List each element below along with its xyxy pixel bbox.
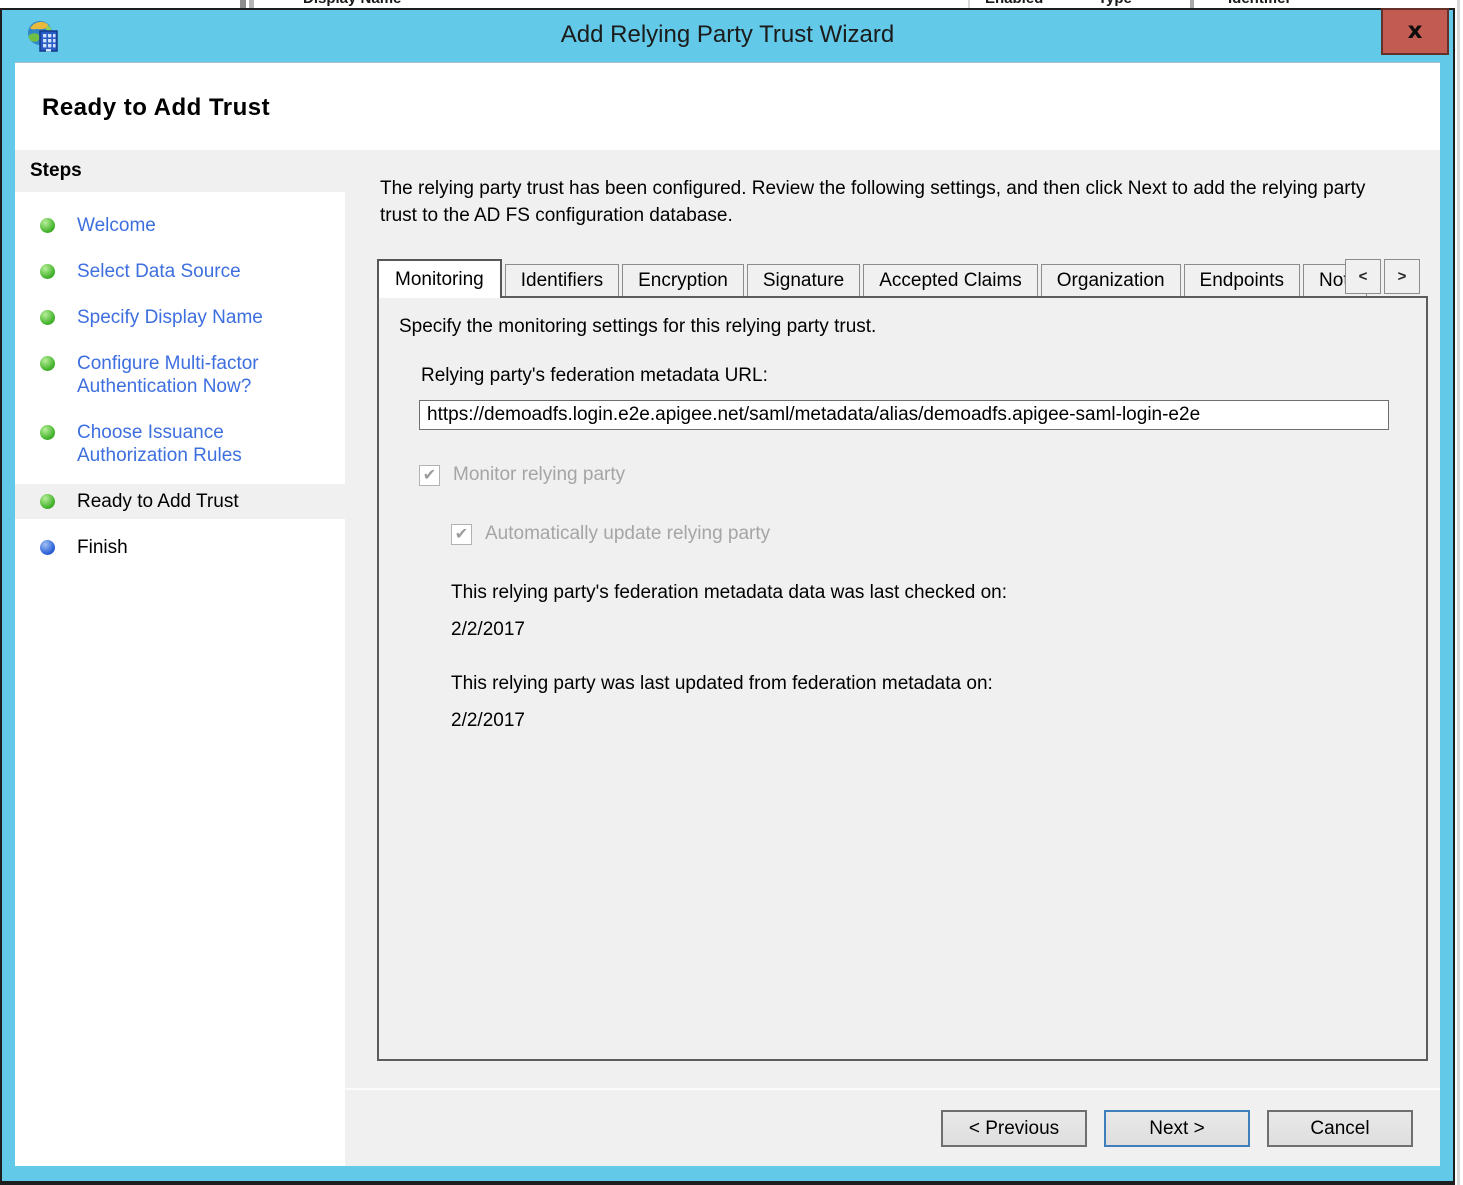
tab-organization[interactable]: Organization [1041, 264, 1181, 296]
step-item-configure-mfa[interactable]: Configure Multi-factor Authentication No… [15, 346, 345, 404]
background-column-divider [968, 0, 970, 8]
step-item-select-data-source[interactable]: Select Data Source [15, 254, 345, 289]
step-item-issuance-authorization-rules[interactable]: Choose Issuance Authorization Rules [15, 415, 345, 473]
step-item-finish[interactable]: Finish [15, 530, 345, 565]
background-column-display-name: Display Name [303, 0, 401, 7]
tab-scroll-right-icon[interactable]: > [1384, 259, 1420, 294]
content-row: Steps Welcome Select Data Source Specify… [15, 150, 1440, 1166]
step-complete-icon [40, 310, 55, 325]
monitor-relying-party-label: Monitor relying party [453, 464, 625, 486]
background-window-right-edge [1455, 0, 1463, 1185]
footer-button-bar: < Previous Next > Cancel [345, 1088, 1440, 1166]
auto-update-relying-party-row: Automatically update relying party [451, 523, 1426, 545]
tab-endpoints[interactable]: Endpoints [1184, 264, 1301, 296]
screen: Display Name Enabled Type Identifier [0, 0, 1463, 1185]
step-label: Specify Display Name [77, 306, 263, 329]
dialog-body: Ready to Add Trust Steps Welcome Select … [15, 62, 1440, 1166]
main-area: The relying party trust has been configu… [345, 150, 1440, 1166]
step-label: Select Data Source [77, 260, 241, 283]
step-label: Welcome [77, 214, 156, 237]
background-column-divider [1190, 0, 1194, 8]
tab-encryption[interactable]: Encryption [622, 264, 744, 296]
intro-text: The relying party trust has been configu… [380, 175, 1382, 229]
background-scrollbar-fragment [249, 0, 254, 8]
tab-monitoring[interactable]: Monitoring [377, 259, 502, 298]
step-pending-icon [40, 540, 55, 555]
previous-button[interactable]: < Previous [941, 1110, 1087, 1147]
titlebar: Add Relying Party Trust Wizard x [15, 10, 1440, 62]
auto-update-checkbox-checked-icon [451, 524, 472, 545]
monitor-relying-party-row: Monitor relying party [419, 464, 1426, 486]
close-button[interactable]: x [1381, 8, 1449, 55]
tab-scrollers: < > [1345, 259, 1420, 294]
page-title: Ready to Add Trust [15, 63, 1440, 150]
last-checked-value: 2/2/2017 [451, 619, 1426, 641]
monitoring-tab-panel: Specify the monitoring settings for this… [377, 296, 1428, 1061]
step-item-specify-display-name[interactable]: Specify Display Name [15, 300, 345, 335]
step-complete-icon [40, 218, 55, 233]
tab-scroll-left-icon[interactable]: < [1345, 259, 1381, 294]
tab-accepted-claims[interactable]: Accepted Claims [863, 264, 1038, 296]
step-complete-icon [40, 425, 55, 440]
step-label: Choose Issuance Authorization Rules [77, 421, 312, 467]
step-label: Ready to Add Trust [77, 490, 239, 513]
add-relying-party-trust-wizard-dialog: Add Relying Party Trust Wizard x Ready t… [0, 8, 1455, 1185]
tab-identifiers[interactable]: Identifiers [505, 264, 619, 296]
background-column-identifier: Identifier [1228, 0, 1291, 7]
step-label: Finish [77, 536, 128, 559]
background-scrollbar-edge [1457, 0, 1460, 1185]
monitoring-instruction: Specify the monitoring settings for this… [399, 316, 1426, 338]
step-item-welcome[interactable]: Welcome [15, 208, 345, 243]
steps-panel: Steps Welcome Select Data Source Specify… [15, 150, 345, 1166]
background-column-enabled: Enabled [985, 0, 1043, 7]
background-column-type: Type [1098, 0, 1132, 7]
background-scrollbar-fragment [240, 0, 246, 8]
next-button[interactable]: Next > [1104, 1110, 1250, 1147]
federation-metadata-url-input[interactable] [419, 400, 1389, 430]
step-label: Configure Multi-factor Authentication No… [77, 352, 312, 398]
last-updated-label: This relying party was last updated from… [451, 673, 1426, 695]
step-complete-icon [40, 356, 55, 371]
settings-tab-control: Monitoring Identifiers Encryption Signat… [377, 257, 1428, 1061]
step-complete-icon [40, 494, 55, 509]
auto-update-label: Automatically update relying party [485, 523, 770, 545]
step-item-ready-to-add-trust[interactable]: Ready to Add Trust [15, 484, 345, 519]
last-updated-value: 2/2/2017 [451, 710, 1426, 732]
cancel-button[interactable]: Cancel [1267, 1110, 1413, 1147]
steps-header: Steps [15, 150, 345, 192]
tab-signature[interactable]: Signature [747, 264, 860, 296]
step-complete-icon [40, 264, 55, 279]
dialog-title: Add Relying Party Trust Wizard [15, 10, 1440, 62]
last-checked-label: This relying party's federation metadata… [451, 582, 1426, 604]
tabs-row: Monitoring Identifiers Encryption Signat… [377, 257, 1428, 296]
federation-metadata-url-label: Relying party's federation metadata URL: [421, 365, 1426, 387]
background-window-sliver: Display Name Enabled Type Identifier [0, 0, 1455, 8]
monitor-relying-party-checkbox-checked-icon [419, 465, 440, 486]
